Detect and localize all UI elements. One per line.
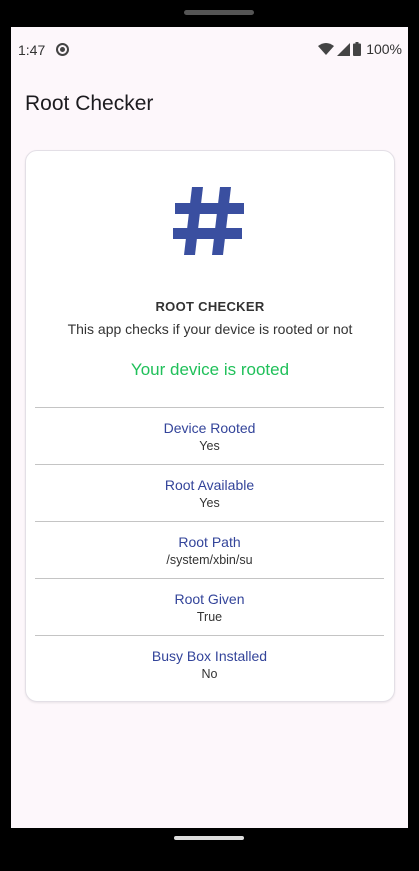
row-value: Yes — [199, 439, 220, 453]
row-value: Yes — [199, 496, 220, 510]
card-heading: ROOT CHECKER — [155, 299, 265, 314]
app-title: Root Checker — [25, 92, 154, 115]
row-label: Device Rooted — [163, 420, 256, 436]
card-description: This app checks if your device is rooted… — [67, 321, 353, 337]
info-row-root-given: Root Given True — [35, 578, 384, 635]
screen: 1:47 100% Root Checker ROOT CHECKER This… — [11, 27, 408, 828]
row-value: True — [196, 610, 223, 624]
info-list: Device Rooted Yes Root Available Yes Roo… — [35, 407, 384, 692]
status-time: 1:47 — [18, 42, 46, 58]
info-row-busybox-installed: Busy Box Installed No — [35, 635, 384, 692]
phone-frame: 1:47 100% Root Checker ROOT CHECKER This… — [0, 0, 419, 871]
status-bar: 1:47 100% — [11, 27, 408, 71]
earpiece-speaker — [184, 10, 254, 15]
wifi-icon — [318, 42, 335, 55]
battery-percentage: 100% — [366, 41, 402, 57]
row-label: Root Available — [164, 477, 255, 493]
home-gesture-bar[interactable] — [174, 836, 244, 840]
battery-icon — [353, 42, 362, 56]
app-notification-icon — [56, 43, 69, 56]
info-row-root-path: Root Path /system/xbin/su — [35, 521, 384, 578]
row-value: No — [201, 667, 218, 681]
info-row-device-rooted: Device Rooted Yes — [35, 407, 384, 464]
status-icons: 100% — [318, 41, 402, 57]
row-label: Root Path — [178, 534, 241, 550]
row-value: /system/xbin/su — [166, 553, 253, 567]
signal-icon — [337, 42, 351, 56]
row-label: Busy Box Installed — [151, 648, 268, 664]
hash-icon — [173, 187, 244, 255]
root-status-card: ROOT CHECKER This app checks if your dev… — [25, 150, 395, 702]
root-status-message: Your device is rooted — [130, 360, 290, 379]
info-row-root-available: Root Available Yes — [35, 464, 384, 521]
row-label: Root Given — [174, 591, 245, 607]
